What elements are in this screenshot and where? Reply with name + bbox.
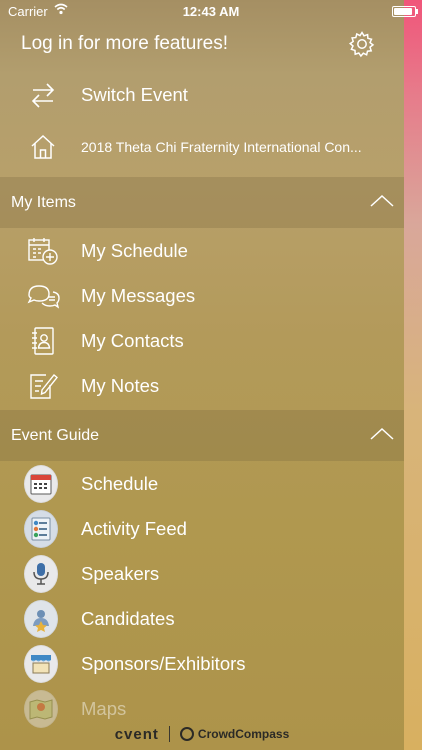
- schedule-label: Schedule: [81, 472, 159, 494]
- event-guide-header[interactable]: Event Guide: [0, 410, 404, 461]
- list-item-my-messages[interactable]: My Messages: [0, 273, 404, 318]
- maps-label: Maps: [81, 697, 127, 719]
- navigation-drawer: Carrier 12:43 AM Log in for more feature…: [0, 0, 418, 750]
- my-messages-label: My Messages: [81, 284, 196, 306]
- activity-feed-icon: [24, 509, 58, 548]
- my-schedule-label: My Schedule: [81, 239, 188, 261]
- switch-event-label: Switch Event: [81, 84, 188, 105]
- map-icon: [24, 689, 58, 728]
- battery-icon: [392, 6, 416, 17]
- crowdcompass-logo: CrowdCompass: [179, 727, 290, 741]
- candidate-badge-icon: [24, 599, 58, 638]
- microphone-icon: [24, 554, 58, 593]
- my-items-title: My Items: [11, 193, 76, 211]
- list-item-activity-feed[interactable]: Activity Feed: [0, 506, 404, 551]
- chevron-up-icon[interactable]: [370, 193, 394, 209]
- list-item-speakers[interactable]: Speakers: [0, 551, 404, 596]
- event-switcher-section: Switch Event 2018 Theta Chi Fraternity I…: [0, 66, 404, 173]
- list-item-my-notes[interactable]: My Notes: [0, 363, 404, 408]
- my-items-header[interactable]: My Items: [0, 177, 404, 228]
- my-items-list: My Schedule My Messages My Contacts My N…: [0, 228, 404, 408]
- gear-icon[interactable]: [348, 30, 376, 58]
- address-book-icon: [26, 324, 60, 358]
- speakers-label: Speakers: [81, 562, 160, 584]
- my-notes-label: My Notes: [81, 374, 160, 396]
- switch-event-row[interactable]: Switch Event: [0, 69, 404, 121]
- clock: 12:43 AM: [182, 4, 240, 19]
- chat-bubbles-icon: [26, 279, 60, 313]
- activity-feed-label: Activity Feed: [81, 517, 187, 539]
- list-item-my-schedule[interactable]: My Schedule: [0, 228, 404, 273]
- drawer-header: Log in for more features!: [0, 22, 404, 66]
- login-prompt[interactable]: Log in for more features!: [21, 33, 228, 55]
- crowdcompass-text: CrowdCompass: [197, 727, 290, 741]
- home-icon: [26, 130, 60, 164]
- battery-tip: [416, 9, 418, 14]
- event-guide-title: Event Guide: [11, 426, 100, 444]
- calendar-icon: [24, 464, 58, 503]
- my-contacts-label: My Contacts: [81, 329, 184, 351]
- cvent-logo: cvent: [114, 725, 159, 743]
- booth-icon: [24, 644, 58, 683]
- list-item-my-contacts[interactable]: My Contacts: [0, 318, 404, 363]
- list-item-schedule[interactable]: Schedule: [0, 461, 404, 506]
- sponsors-exhibitors-label: Sponsors/Exhibitors: [81, 652, 246, 674]
- list-item-sponsors-exhibitors[interactable]: Sponsors/Exhibitors: [0, 641, 404, 686]
- candidates-label: Candidates: [81, 607, 175, 629]
- current-event-row[interactable]: 2018 Theta Chi Fraternity International …: [0, 121, 404, 173]
- underlying-screen-edge[interactable]: [404, 0, 422, 750]
- swap-arrows-icon: [26, 78, 60, 112]
- footer-branding: cvent CrowdCompass: [0, 722, 404, 746]
- footer-separator: [168, 726, 170, 742]
- compass-icon: [179, 727, 194, 741]
- status-bar: Carrier 12:43 AM: [0, 0, 418, 22]
- calendar-add-icon: [26, 234, 60, 268]
- event-guide-list: Schedule Activity Feed Speakers Candidat…: [0, 461, 404, 731]
- list-item-candidates[interactable]: Candidates: [0, 596, 404, 641]
- notepad-pencil-icon: [26, 369, 60, 403]
- chevron-up-icon[interactable]: [370, 426, 394, 442]
- current-event-label: 2018 Theta Chi Fraternity International …: [81, 139, 362, 155]
